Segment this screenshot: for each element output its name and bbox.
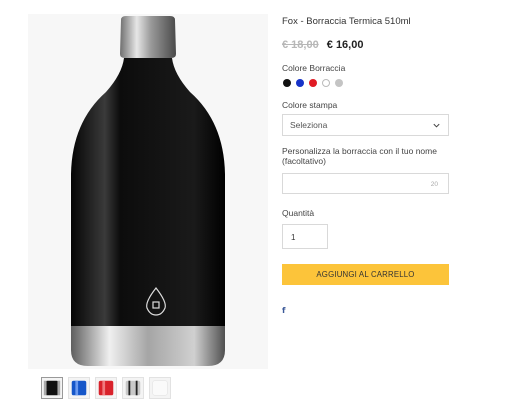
custom-name-label: Personalizza la borraccia con il tuo nom…	[282, 146, 437, 166]
swatch-silver[interactable]	[335, 79, 343, 87]
print-color-selected-value: Seleziona	[290, 120, 328, 130]
blue-bottle-thumbnail[interactable]	[68, 377, 90, 399]
sale-price: € 16,00	[326, 39, 364, 51]
custom-name-input[interactable]: 20	[282, 173, 449, 194]
swatch-white[interactable]	[322, 79, 330, 87]
facebook-share-icon[interactable]: f	[282, 306, 285, 315]
quantity-input[interactable]: 1	[282, 224, 328, 249]
swatch-black[interactable]	[283, 79, 291, 87]
swatch-red[interactable]	[309, 79, 317, 87]
swatch-blue[interactable]	[296, 79, 304, 87]
black-bottle-thumbnail[interactable]	[41, 377, 63, 399]
product-main-image	[28, 14, 268, 369]
bottle-color-label: Colore Borraccia	[282, 63, 346, 73]
silver-bottle-thumbnail[interactable]	[122, 377, 144, 399]
char-limit-counter: 20	[430, 181, 438, 188]
add-to-cart-button[interactable]: AGGIUNGI AL CARRELLO	[282, 264, 449, 285]
print-color-select[interactable]: Seleziona	[282, 114, 449, 136]
red-bottle-thumbnail[interactable]	[95, 377, 117, 399]
white-bottle-thumbnail[interactable]	[149, 377, 171, 399]
print-color-label: Colore stampa	[282, 100, 338, 110]
black-bottle-image	[71, 16, 225, 366]
chevron-down-icon	[433, 123, 440, 128]
color-swatches	[283, 79, 343, 87]
thumbnail-strip	[41, 377, 171, 399]
product-title: Fox - Borraccia Termica 510ml	[282, 16, 411, 27]
quantity-label: Quantità	[282, 208, 315, 218]
price-row: € 18,00 € 16,00	[282, 39, 363, 51]
old-price: € 18,00	[282, 39, 319, 51]
